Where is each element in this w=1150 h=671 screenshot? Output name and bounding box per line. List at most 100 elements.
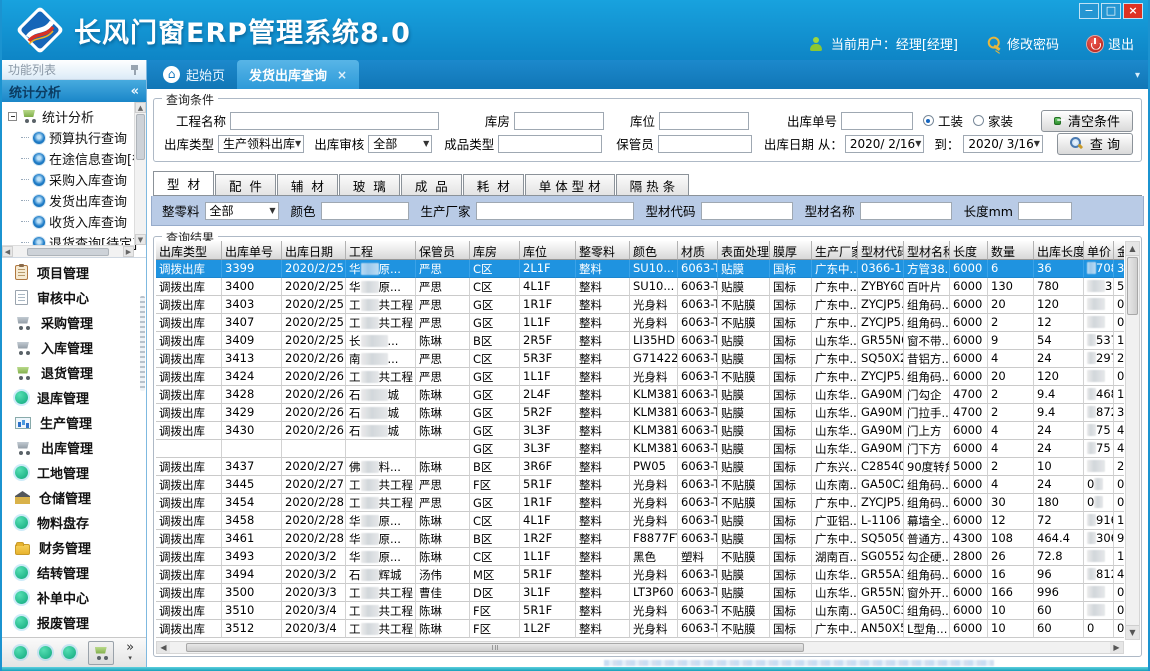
search-button[interactable]: 查 询 <box>1057 133 1133 155</box>
table-row[interactable]: 调拨出库35102020/3/4工共工程陈琳F区5R1F整料光身料6063-T5… <box>156 602 1124 620</box>
column-header[interactable]: 型材名称 <box>904 241 950 260</box>
sidebar-item-结转管理[interactable]: 结转管理 <box>2 560 146 585</box>
date-to-select[interactable]: 2020/ 3/16▼ <box>963 135 1043 153</box>
sidebar-item-生产管理[interactable]: 生产管理 <box>2 410 146 435</box>
column-header[interactable]: 金 <box>1114 241 1124 260</box>
location-input[interactable] <box>659 112 749 130</box>
results-vertical-scrollbar[interactable]: ▲▼ <box>1125 241 1140 640</box>
outbound-audit-select[interactable]: 全部▼ <box>368 135 432 153</box>
column-header[interactable]: 库房 <box>470 241 520 260</box>
table-row[interactable]: 调拨出库34942020/3/2石辉城汤伟M区5R1F整料光身料6063-T5贴… <box>156 566 1124 584</box>
table-row[interactable]: 调拨出库34302020/2/26石城陈琳G区3L3F整料KLM38176063… <box>156 422 1124 440</box>
tab-close-icon[interactable]: × <box>337 68 347 82</box>
profile-name-input[interactable] <box>860 202 952 220</box>
quick-dot-icon[interactable] <box>39 646 52 659</box>
tree-horizontal-scrollbar[interactable]: ◀▶ <box>2 245 134 257</box>
table-row[interactable]: 调拨出库34092020/2/25长...陈琳B区2R5F整料LI35HD606… <box>156 332 1124 350</box>
table-row[interactable]: 调拨出库34282020/2/26石城陈琳G区2L4F整料KLM38176063… <box>156 386 1124 404</box>
maximize-button[interactable]: □ <box>1101 3 1121 19</box>
tree-item[interactable]: 发货出库查询 <box>8 190 146 211</box>
sidebar-item-补单中心[interactable]: 补单中心 <box>2 585 146 610</box>
sidebar-item-仓储管理[interactable]: 仓储管理 <box>2 485 146 510</box>
tree-expand-icon[interactable] <box>8 112 17 121</box>
sidebar-section-header[interactable]: 统计分析 « <box>2 80 146 102</box>
tabstrip-dropdown-icon[interactable]: ▾ <box>1135 70 1140 81</box>
column-header[interactable]: 出库类型 <box>156 241 222 260</box>
sidebar-item-退库管理[interactable]: 退库管理 <box>2 385 146 410</box>
warehouse-input[interactable] <box>514 112 604 130</box>
table-row[interactable]: 调拨出库34582020/2/28华原...陈琳C区4L1F整料光身料6063-… <box>156 512 1124 530</box>
material-tab[interactable]: 隔 热 条 <box>616 174 689 195</box>
table-row[interactable]: 调拨出库35122020/3/4工共工程陈琳F区1L2F整料光身料6063-T5… <box>156 620 1124 638</box>
material-tab[interactable]: 型 材 <box>153 171 214 195</box>
menu-scrollbar[interactable] <box>140 296 145 391</box>
radio-gongzhuang[interactable]: 工装 <box>923 111 963 130</box>
table-row[interactable]: 调拨出库34372020/2/27佛料...陈琳B区3R6F整料PW056063… <box>156 458 1124 476</box>
table-row[interactable]: G区3L3F整料KLM38176063-T5贴膜国标山东华...GA90M09.… <box>156 440 1124 458</box>
column-header[interactable]: 库位 <box>520 241 576 260</box>
sidebar-item-审核中心[interactable]: 审核中心 <box>2 285 146 310</box>
sidebar-item-项目管理[interactable]: 项目管理 <box>2 260 146 285</box>
close-button[interactable]: × <box>1123 3 1143 19</box>
column-header[interactable]: 保管员 <box>416 241 470 260</box>
tab-shipment-outbound-query[interactable]: 发货出库查询 × <box>237 60 359 89</box>
tree-vertical-scrollbar[interactable]: ▲▼ <box>134 102 146 245</box>
collapse-icon[interactable]: « <box>131 84 139 99</box>
overflow-chevron[interactable]: »▾ <box>126 643 134 663</box>
table-row[interactable]: 调拨出库34612020/2/28华原...陈琳B区1R2F整料F8877FT6… <box>156 530 1124 548</box>
keeper-input[interactable] <box>658 135 752 153</box>
table-row[interactable]: 调拨出库34452020/2/27工共工程严思F区5R1F整料光身料6063-T… <box>156 476 1124 494</box>
material-tab[interactable]: 配 件 <box>215 174 276 195</box>
table-row[interactable]: 调拨出库34132020/2/26南...严思C区5R3F整料G71422606… <box>156 350 1124 368</box>
sidebar-item-工地管理[interactable]: 工地管理 <box>2 460 146 485</box>
date-from-select[interactable]: 2020/ 2/16▼ <box>845 135 925 153</box>
material-tab[interactable]: 耗 材 <box>463 174 524 195</box>
product-type-input[interactable] <box>498 135 602 153</box>
clear-conditions-button[interactable]: 清空条件 <box>1041 110 1133 132</box>
material-tab[interactable]: 玻 璃 <box>339 174 400 195</box>
tree-item[interactable]: 在途信息查询[待 <box>8 148 146 169</box>
column-header[interactable]: 单价 <box>1084 241 1114 260</box>
radio-jiazhuang[interactable]: 家装 <box>973 111 1013 130</box>
column-header[interactable]: 工程 <box>346 241 416 260</box>
column-header[interactable]: 表面处理 <box>718 241 770 260</box>
tree-item[interactable]: 预算执行查询 <box>8 127 146 148</box>
tree-root[interactable]: 统计分析 <box>8 105 146 127</box>
sidebar-item-财务管理[interactable]: 财务管理 <box>2 535 146 560</box>
color-input[interactable] <box>321 202 409 220</box>
change-password-button[interactable]: 修改密码 <box>986 34 1059 53</box>
table-row[interactable]: 调拨出库34292020/2/26石城陈琳G区5R2F整料KLM38176063… <box>156 404 1124 422</box>
column-header[interactable]: 长度 <box>950 241 988 260</box>
sidebar-item-退货管理[interactable]: 退货管理 <box>2 360 146 385</box>
manufacturer-input[interactable] <box>476 202 634 220</box>
table-row[interactable]: 调拨出库34072020/2/25工共工程严思G区1L1F整料光身料6063-T… <box>156 314 1124 332</box>
column-header[interactable]: 颜色 <box>630 241 678 260</box>
column-header[interactable]: 生产厂家 <box>812 241 858 260</box>
profile-code-input[interactable] <box>701 202 793 220</box>
tab-home[interactable]: ⌂ 起始页 <box>151 60 237 89</box>
column-header[interactable]: 出库日期 <box>282 241 346 260</box>
tree-item[interactable]: 收货入库查询 <box>8 211 146 232</box>
column-header[interactable]: 数量 <box>988 241 1034 260</box>
table-row[interactable]: 调拨出库35002020/3/3工共工程曹佳D区3L1F整料LT3P606063… <box>156 584 1124 602</box>
quick-dot-icon[interactable] <box>63 646 76 659</box>
column-header[interactable]: 出库单号 <box>222 241 282 260</box>
table-row[interactable]: 调拨出库34032020/2/25工共工程严思G区1R1F整料光身料6063-T… <box>156 296 1124 314</box>
sidebar-item-入库管理[interactable]: 入库管理 <box>2 335 146 360</box>
quick-dot-icon[interactable] <box>14 646 27 659</box>
column-header[interactable]: 膜厚 <box>770 241 812 260</box>
sidebar-item-出库管理[interactable]: 出库管理 <box>2 435 146 460</box>
column-header[interactable]: 材质 <box>678 241 718 260</box>
table-row[interactable]: 调拨出库33992020/2/25华原...严思C区2L1F整料SU10...6… <box>156 260 1124 278</box>
order-no-input[interactable] <box>841 112 913 130</box>
minimize-button[interactable]: − <box>1079 3 1099 19</box>
length-input[interactable] <box>1018 202 1072 220</box>
table-row[interactable]: 调拨出库34242020/2/26工共工程严思G区1L1F整料光身料6063-T… <box>156 368 1124 386</box>
sidebar-item-采购管理[interactable]: 采购管理 <box>2 310 146 335</box>
sidebar-item-报废管理[interactable]: 报废管理 <box>2 610 146 635</box>
material-tab[interactable]: 单 体 型 材 <box>525 174 615 195</box>
project-name-input[interactable] <box>230 112 439 130</box>
logout-button[interactable]: 退出 <box>1087 34 1134 53</box>
whole-part-select[interactable]: 全部▼ <box>205 202 279 220</box>
quick-cart-button[interactable] <box>88 641 114 665</box>
